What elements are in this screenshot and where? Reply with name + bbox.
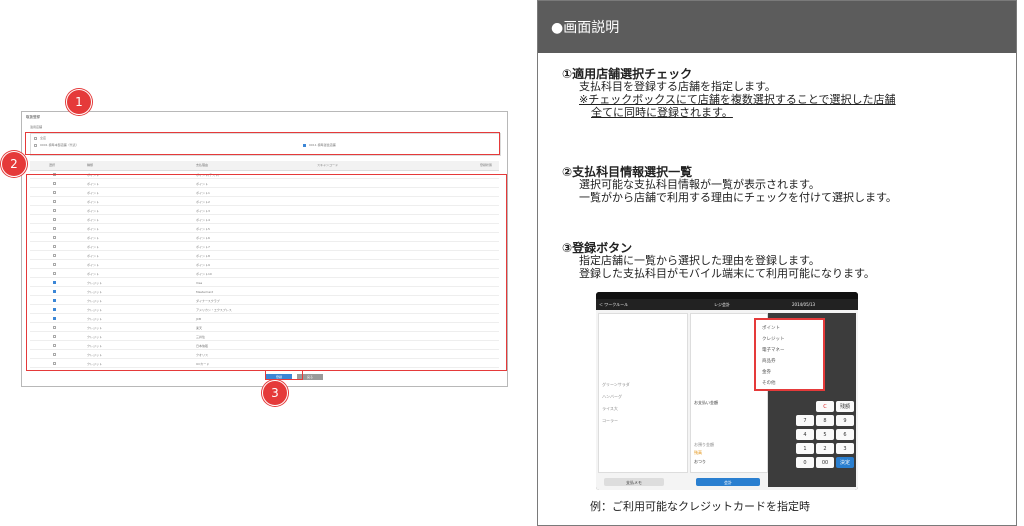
keypad-key[interactable]: 決定	[836, 457, 854, 468]
order-item: コーラー	[602, 418, 618, 423]
column-header: 種類	[87, 163, 94, 167]
keypad-key[interactable]: 00	[816, 457, 834, 468]
example-caption: 例：ご利用可能なクレジットカードを指定時	[590, 500, 810, 513]
payment-type-popup: ポイント クレジット 電子マネー 商品券 金券 その他	[754, 318, 825, 391]
column-header: 登録状態	[480, 163, 493, 167]
section-1-note-2: 全てに同時に登録されます。	[591, 106, 733, 119]
badge-2: 2	[1, 151, 27, 177]
tablet-nav-bar: ＜ ワークルール レジ会計 2014/05/13	[596, 299, 858, 310]
summary-label: お支払い金額	[694, 400, 718, 405]
keypad-key[interactable]: 1	[796, 443, 814, 454]
popup-item[interactable]: その他	[762, 380, 776, 386]
section-1-note: ※チェックボックスにて店舗を複数選択することで選択した店舗	[579, 93, 896, 106]
keypad-key[interactable]: 6	[836, 429, 854, 440]
highlight-reason-list	[26, 174, 507, 371]
order-list: グリーンサラダ ハンバーグ ライス大 コーラー	[598, 313, 688, 473]
popup-item[interactable]: ポイント	[762, 325, 780, 331]
tablet-status-bar	[596, 292, 858, 299]
keypad-key[interactable]: 0	[796, 457, 814, 468]
badge-3: 3	[262, 380, 288, 406]
keypad-key[interactable]: 9	[836, 415, 854, 426]
column-header: 支払理由	[196, 163, 209, 167]
section-2-text-2: 一覧がから店舗で利用する理由にチェックを付けて選択します。	[579, 191, 897, 204]
column-header: スキャンコード	[317, 163, 339, 167]
explanation-panel: ●画面説明 ①適用店舗選択チェック 支払科目を登録する店舗を指定します。 ※チェ…	[537, 0, 1017, 526]
section-2-text: 選択可能な支払科目情報が一覧が表示されます。	[579, 178, 820, 191]
popup-item[interactable]: 金券	[762, 369, 771, 375]
highlight-register-button	[265, 370, 303, 380]
keypad-key[interactable]: C	[816, 401, 834, 412]
keypad-key[interactable]: 5	[816, 429, 834, 440]
keypad-key[interactable]: 残額	[836, 401, 854, 412]
keypad-key[interactable]: 7	[796, 415, 814, 426]
checkout-button[interactable]: 会計	[696, 478, 760, 486]
mock-page-title: 取扱登録	[26, 115, 40, 119]
section-3-text: 指定店舗に一覧から選択した理由を登録します。	[579, 254, 820, 267]
summary-label: 残高	[694, 450, 702, 455]
keypad-key[interactable]: 3	[836, 443, 854, 454]
order-item: ライス大	[602, 406, 618, 411]
badge-1: 1	[66, 89, 92, 115]
store-section-label: 適用店舗	[30, 125, 43, 129]
keypad-key[interactable]: 4	[796, 429, 814, 440]
payment-memo-button[interactable]: 支払メモ	[604, 478, 664, 486]
section-3-text-2: 登録した支払科目がモバイル端末にて利用可能になります。	[579, 267, 875, 280]
panel-title: ●画面説明	[551, 20, 620, 36]
summary-label: お預り金額	[694, 442, 714, 447]
checkout-label: 会計	[724, 480, 732, 485]
table-header: 選択 種類 支払理由 スキャンコード 登録状態	[30, 161, 499, 171]
tablet-title: レジ会計	[714, 302, 730, 307]
payment-memo-label: 支払メモ	[626, 480, 642, 485]
section-1-text: 支払科目を登録する店舗を指定します。	[579, 80, 776, 93]
keypad-key[interactable]: 2	[816, 443, 834, 454]
order-item: グリーンサラダ	[602, 382, 630, 387]
highlight-store-select	[25, 132, 500, 155]
column-header: 選択	[49, 163, 56, 167]
tablet-back[interactable]: ＜ ワークルール	[599, 302, 628, 308]
popup-item[interactable]: 電子マネー	[762, 347, 785, 353]
order-item: ハンバーグ	[602, 394, 622, 399]
keypad-key[interactable]: 8	[816, 415, 834, 426]
summary-label: おつり	[694, 459, 706, 464]
tablet-date: 2014/05/13	[792, 302, 816, 307]
popup-item[interactable]: 商品券	[762, 358, 776, 364]
popup-item[interactable]: クレジット	[762, 336, 785, 342]
panel-header: ●画面説明	[538, 1, 1016, 53]
